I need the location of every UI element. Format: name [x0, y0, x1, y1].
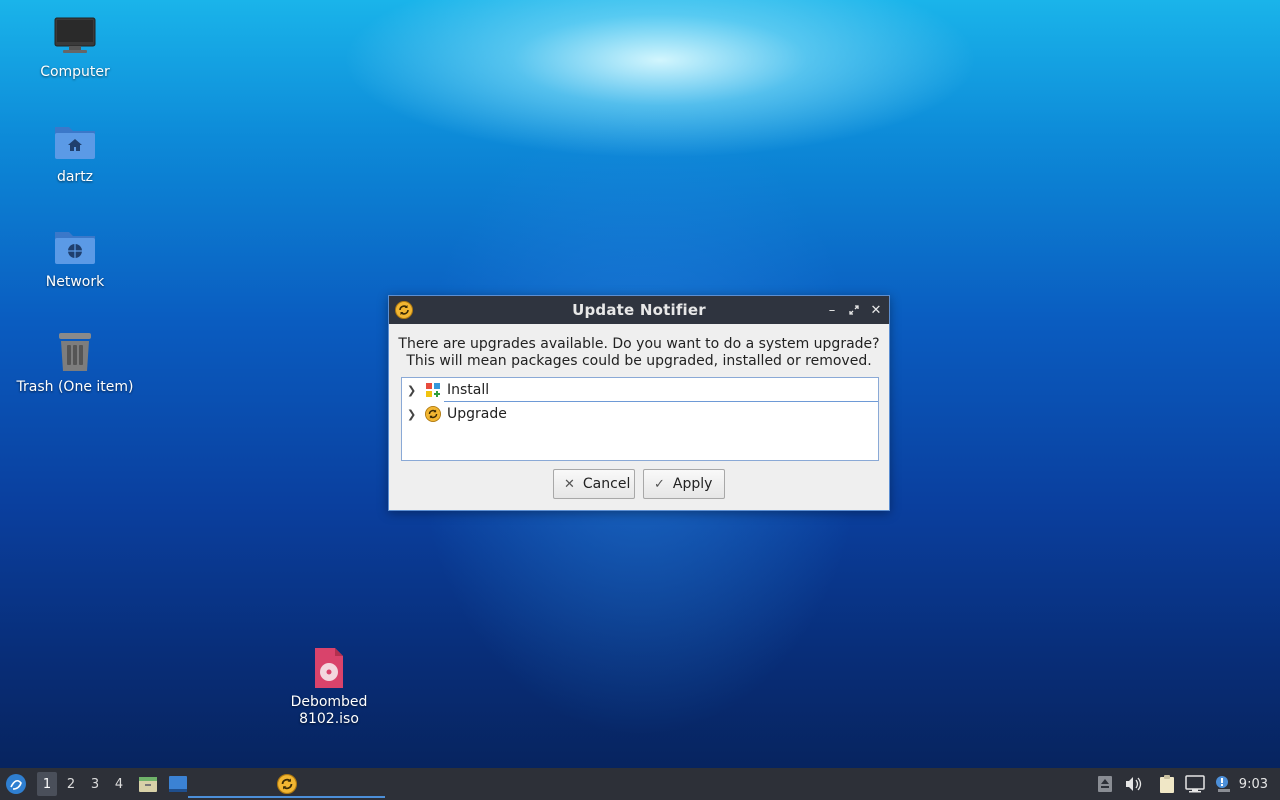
cancel-button[interactable]: ✕ Cancel	[553, 469, 635, 499]
file-manager-launcher[interactable]	[137, 773, 159, 795]
tree-item-label: Install	[447, 382, 490, 398]
chevron-right-icon[interactable]: ❯	[407, 384, 421, 397]
close-button[interactable]: ✕	[869, 301, 883, 319]
start-menu-button[interactable]	[5, 773, 27, 795]
trash-icon	[53, 331, 97, 375]
update-notifier-dialog: Update Notifier – ✕ There are upgrades a…	[388, 295, 890, 511]
disc-image-file-icon	[307, 646, 351, 690]
clock[interactable]: 9:03	[1239, 777, 1268, 792]
desktop-icon-label: Network	[45, 274, 105, 290]
tree-item-upgrade[interactable]: ❯ Upgrade	[402, 402, 878, 426]
eject-icon[interactable]	[1095, 774, 1115, 794]
apply-label: Apply	[672, 476, 713, 492]
message-line: There are upgrades available. Do you wan…	[398, 336, 880, 352]
dialog-title: Update Notifier	[572, 301, 706, 319]
minimize-button[interactable]: –	[825, 301, 839, 319]
close-icon: ✕	[564, 476, 575, 492]
desktop-icon-computer[interactable]: Computer	[5, 16, 145, 81]
maximize-icon	[849, 305, 859, 315]
desktop-icon-label: Computer	[40, 64, 110, 80]
lubuntu-logo-icon	[6, 774, 26, 794]
package-tree[interactable]: ❯ Install ❯ Upgrade	[401, 377, 879, 461]
dialog-titlebar[interactable]: Update Notifier – ✕	[389, 296, 889, 324]
network-icon[interactable]	[1185, 774, 1205, 794]
desktop-icon-home[interactable]: dartz	[5, 121, 145, 186]
desktop-icon-trash[interactable]: Trash (One item)	[5, 331, 145, 396]
computer-icon	[53, 16, 97, 60]
apply-button[interactable]: ✓ Apply	[643, 469, 725, 499]
package-install-icon	[425, 382, 441, 398]
desktop-icon	[169, 776, 187, 792]
desktop-icon-network[interactable]: Network	[5, 226, 145, 291]
desktop-icon-label: Trash (One item)	[16, 379, 134, 395]
desktop-icon-label: dartz	[56, 169, 94, 185]
volume-icon[interactable]	[1123, 774, 1143, 794]
system-tray: 9:03	[1095, 768, 1280, 800]
taskbar: 1 2 3 4 9:03	[0, 768, 1280, 800]
message-line: This will mean packages could be upgrade…	[406, 353, 872, 369]
file-cabinet-icon	[139, 777, 157, 792]
maximize-button[interactable]	[847, 301, 861, 319]
workspace-2[interactable]: 2	[61, 772, 81, 796]
update-notifier-icon	[395, 301, 413, 319]
cancel-label: Cancel	[582, 476, 631, 492]
checkmark-icon: ✓	[654, 476, 665, 492]
desktop-icon-iso-file[interactable]: Debombed 8102.iso	[259, 646, 399, 728]
show-desktop-button[interactable]	[167, 773, 189, 795]
tree-item-install[interactable]: ❯ Install	[402, 378, 878, 402]
notification-icon[interactable]	[1213, 774, 1233, 794]
network-folder-icon	[53, 226, 97, 270]
update-notifier-icon	[276, 774, 297, 794]
tree-item-label: Upgrade	[447, 406, 507, 422]
dialog-message: There are upgrades available. Do you wan…	[389, 336, 889, 370]
workspace-4[interactable]: 4	[109, 772, 129, 796]
desktop-icon-label: Debombed 8102.iso	[290, 694, 368, 727]
workspace-3[interactable]: 3	[85, 772, 105, 796]
clipboard-icon[interactable]	[1157, 774, 1177, 794]
home-folder-icon	[53, 121, 97, 165]
workspace-1[interactable]: 1	[37, 772, 57, 796]
update-icon	[425, 406, 441, 422]
chevron-right-icon[interactable]: ❯	[407, 408, 421, 421]
taskbar-item-update-notifier[interactable]	[188, 772, 385, 798]
